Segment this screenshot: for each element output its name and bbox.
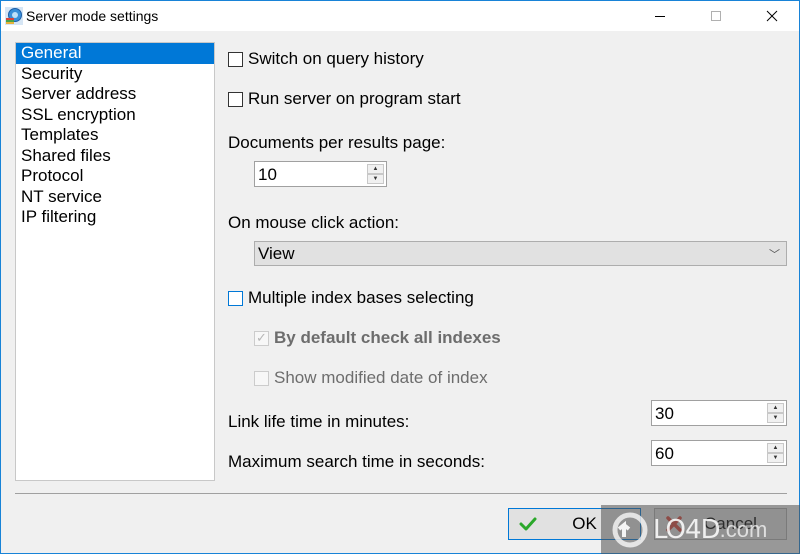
spin-up-icon[interactable]: ▲ xyxy=(367,164,384,174)
settings-category-list[interactable]: General Security Server address SSL encr… xyxy=(15,42,215,481)
spin-up-icon[interactable]: ▲ xyxy=(767,443,784,453)
query-history-label: Switch on query history xyxy=(248,49,424,68)
max-search-time-spinner[interactable]: 60 ▲ ▼ xyxy=(651,440,787,466)
spin-down-icon[interactable]: ▼ xyxy=(767,453,784,463)
multiple-index-checkbox[interactable]: Multiple index bases selecting xyxy=(228,288,474,308)
spin-up-icon[interactable]: ▲ xyxy=(767,403,784,413)
app-icon xyxy=(5,7,23,25)
category-nt-service[interactable]: NT service xyxy=(16,187,214,208)
max-search-time-label: Maximum search time in seconds: xyxy=(228,452,485,471)
checkbox-box: ✓ xyxy=(254,329,269,346)
mouse-click-action-dropdown[interactable]: View ﹀ xyxy=(254,241,787,266)
mouse-click-action-value: View xyxy=(258,244,295,263)
category-ssl-encryption[interactable]: SSL encryption xyxy=(16,105,214,126)
show-modified-date-label: Show modified date of index xyxy=(274,368,488,387)
docs-per-page-value[interactable]: 10 xyxy=(258,165,277,185)
category-shared-files[interactable]: Shared files xyxy=(16,146,214,167)
checkbox-box[interactable] xyxy=(228,290,243,306)
docs-per-page-label: Documents per results page: xyxy=(228,133,446,152)
max-search-time-value[interactable]: 60 xyxy=(655,444,674,464)
docs-per-page-spinner[interactable]: 10 ▲ ▼ xyxy=(254,161,387,187)
category-general[interactable]: General xyxy=(16,43,214,64)
category-server-address[interactable]: Server address xyxy=(16,84,214,105)
maximize-button[interactable] xyxy=(693,1,739,31)
title-bar[interactable]: Server mode settings xyxy=(1,1,799,31)
server-mode-settings-dialog: Server mode settings General Security Se… xyxy=(0,0,800,554)
close-button[interactable] xyxy=(749,1,795,31)
run-on-start-checkbox[interactable]: Run server on program start xyxy=(228,89,461,109)
minimize-button[interactable] xyxy=(637,1,683,31)
watermark-logo-icon xyxy=(612,512,648,548)
mouse-click-action-label: On mouse click action: xyxy=(228,213,400,232)
minimize-icon xyxy=(655,16,665,17)
watermark-suffix: .com xyxy=(719,517,768,542)
multiple-index-label: Multiple index bases selecting xyxy=(248,288,474,307)
show-modified-date-checkbox: Show modified date of index xyxy=(254,368,488,388)
spin-down-icon[interactable]: ▼ xyxy=(767,413,784,423)
category-templates[interactable]: Templates xyxy=(16,125,214,146)
run-on-start-label: Run server on program start xyxy=(248,89,461,108)
maximize-icon xyxy=(711,11,721,21)
checkmark-icon: ✓ xyxy=(256,329,267,345)
check-all-indexes-checkbox: ✓ By default check all indexes xyxy=(254,328,501,348)
link-life-time-spinner[interactable]: 30 ▲ ▼ xyxy=(651,400,787,426)
category-security[interactable]: Security xyxy=(16,64,214,85)
watermark-text: LO4D xyxy=(653,515,721,545)
close-icon xyxy=(766,10,778,22)
link-life-time-value[interactable]: 30 xyxy=(655,404,674,424)
watermark: LO4D .com xyxy=(601,505,800,554)
category-ip-filtering[interactable]: IP filtering xyxy=(16,207,214,228)
category-protocol[interactable]: Protocol xyxy=(16,166,214,187)
checkbox-box[interactable] xyxy=(228,51,243,67)
chevron-down-icon: ﹀ xyxy=(769,249,780,261)
check-all-indexes-label: By default check all indexes xyxy=(274,328,501,347)
spin-down-icon[interactable]: ▼ xyxy=(367,174,384,184)
checkbox-box[interactable] xyxy=(228,91,243,107)
query-history-checkbox[interactable]: Switch on query history xyxy=(228,49,424,69)
checkbox-box xyxy=(254,370,269,386)
window-title: Server mode settings xyxy=(26,8,159,24)
separator xyxy=(15,493,787,494)
link-life-time-label: Link life time in minutes: xyxy=(228,412,410,431)
